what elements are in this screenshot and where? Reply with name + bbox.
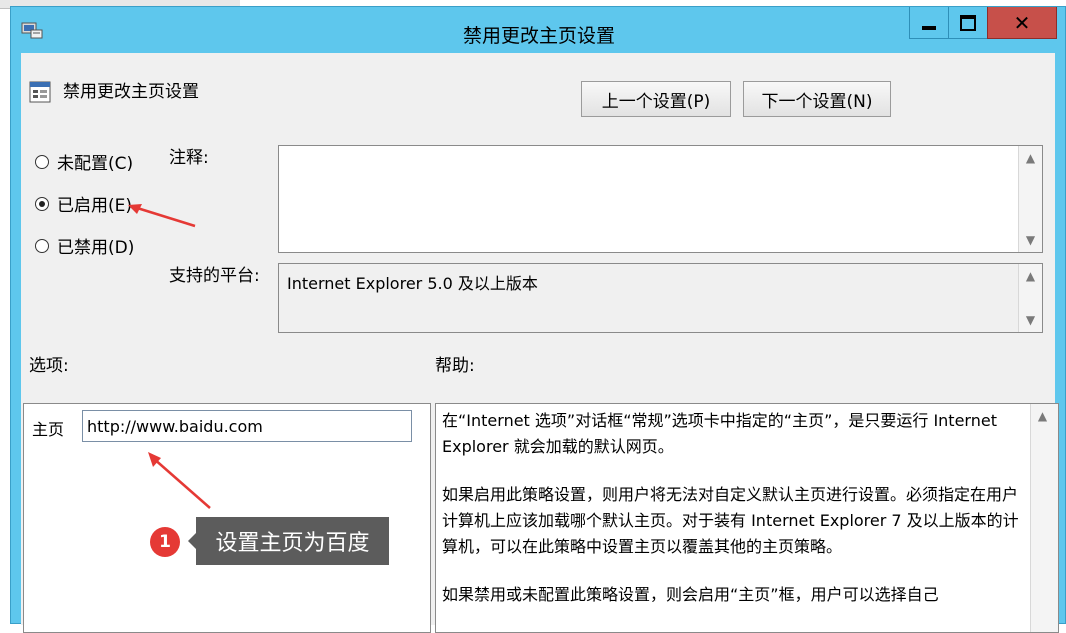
note-textarea[interactable]: ▲ ▼ — [278, 145, 1043, 253]
radio-label: 已启用(E) — [57, 196, 133, 216]
policy-name: 禁用更改主页设置 — [63, 82, 199, 102]
help-panel: 在“Internet 选项”对话框“常规”选项卡中指定的“主页”，是只要运行 I… — [435, 403, 1059, 633]
minimize-icon — [922, 25, 936, 30]
next-setting-button[interactable]: 下一个设置(N) — [743, 81, 891, 117]
help-label: 帮助: — [435, 356, 475, 376]
step-badge: 1 — [150, 527, 180, 557]
annotation-callout: 设置主页为百度 — [188, 517, 389, 565]
policy-setting-icon — [29, 81, 51, 103]
radio-button[interactable] — [35, 196, 49, 211]
radio-enabled[interactable]: 已启用(E) — [35, 191, 132, 216]
platform-label: 支持的平台: — [169, 266, 260, 286]
scroll-down-icon[interactable]: ▼ — [1019, 230, 1042, 250]
scroll-up-icon[interactable]: ▲ — [1019, 148, 1042, 168]
help-text: 在“Internet 选项”对话框“常规”选项卡中指定的“主页”，是只要运行 I… — [442, 408, 1020, 630]
note-scrollbar[interactable]: ▲ ▼ — [1018, 146, 1042, 252]
maximize-button[interactable] — [948, 7, 988, 39]
radio-label: 未配置(C) — [57, 154, 134, 174]
background-desktop — [0, 0, 10, 624]
options-label: 选项: — [29, 356, 69, 376]
maximize-icon — [960, 14, 976, 31]
platform-field: Internet Explorer 5.0 及以上版本 ▲ ▼ — [278, 263, 1043, 333]
window-title: 禁用更改主页设置 — [462, 25, 615, 47]
close-button[interactable]: ✕ — [987, 7, 1057, 39]
home-page-label: 主页 — [32, 420, 65, 439]
help-paragraph: 在“Internet 选项”对话框“常规”选项卡中指定的“主页”，是只要运行 I… — [442, 411, 997, 456]
help-scrollbar[interactable]: ▲ — [1030, 404, 1058, 632]
title-bar[interactable]: 禁用更改主页设置 ✕ — [11, 7, 1066, 53]
radio-button[interactable] — [35, 238, 49, 253]
help-paragraph: 如果禁用或未配置此策略设置，则会启用“主页”框，用户可以选择自己 — [442, 585, 939, 604]
radio-label: 已禁用(D) — [57, 238, 135, 258]
minimize-button[interactable] — [909, 7, 949, 39]
scroll-down-icon[interactable]: ▼ — [1019, 310, 1042, 330]
home-page-input[interactable] — [82, 410, 412, 442]
scroll-up-icon[interactable]: ▲ — [1019, 266, 1042, 286]
previous-setting-button[interactable]: 上一个设置(P) — [581, 81, 731, 117]
radio-button[interactable] — [35, 154, 49, 169]
radio-not-configured[interactable]: 未配置(C) — [35, 149, 133, 174]
close-icon: ✕ — [1013, 10, 1031, 35]
scroll-up-icon[interactable]: ▲ — [1031, 406, 1054, 426]
note-label: 注释: — [169, 148, 209, 168]
help-paragraph: 如果启用此策略设置，则用户将无法对自定义默认主页进行设置。必须指定在用户计算机上… — [442, 485, 1019, 556]
radio-disabled[interactable]: 已禁用(D) — [35, 233, 134, 258]
platform-value: Internet Explorer 5.0 及以上版本 — [287, 274, 538, 293]
platform-scrollbar[interactable]: ▲ ▼ — [1018, 264, 1042, 332]
